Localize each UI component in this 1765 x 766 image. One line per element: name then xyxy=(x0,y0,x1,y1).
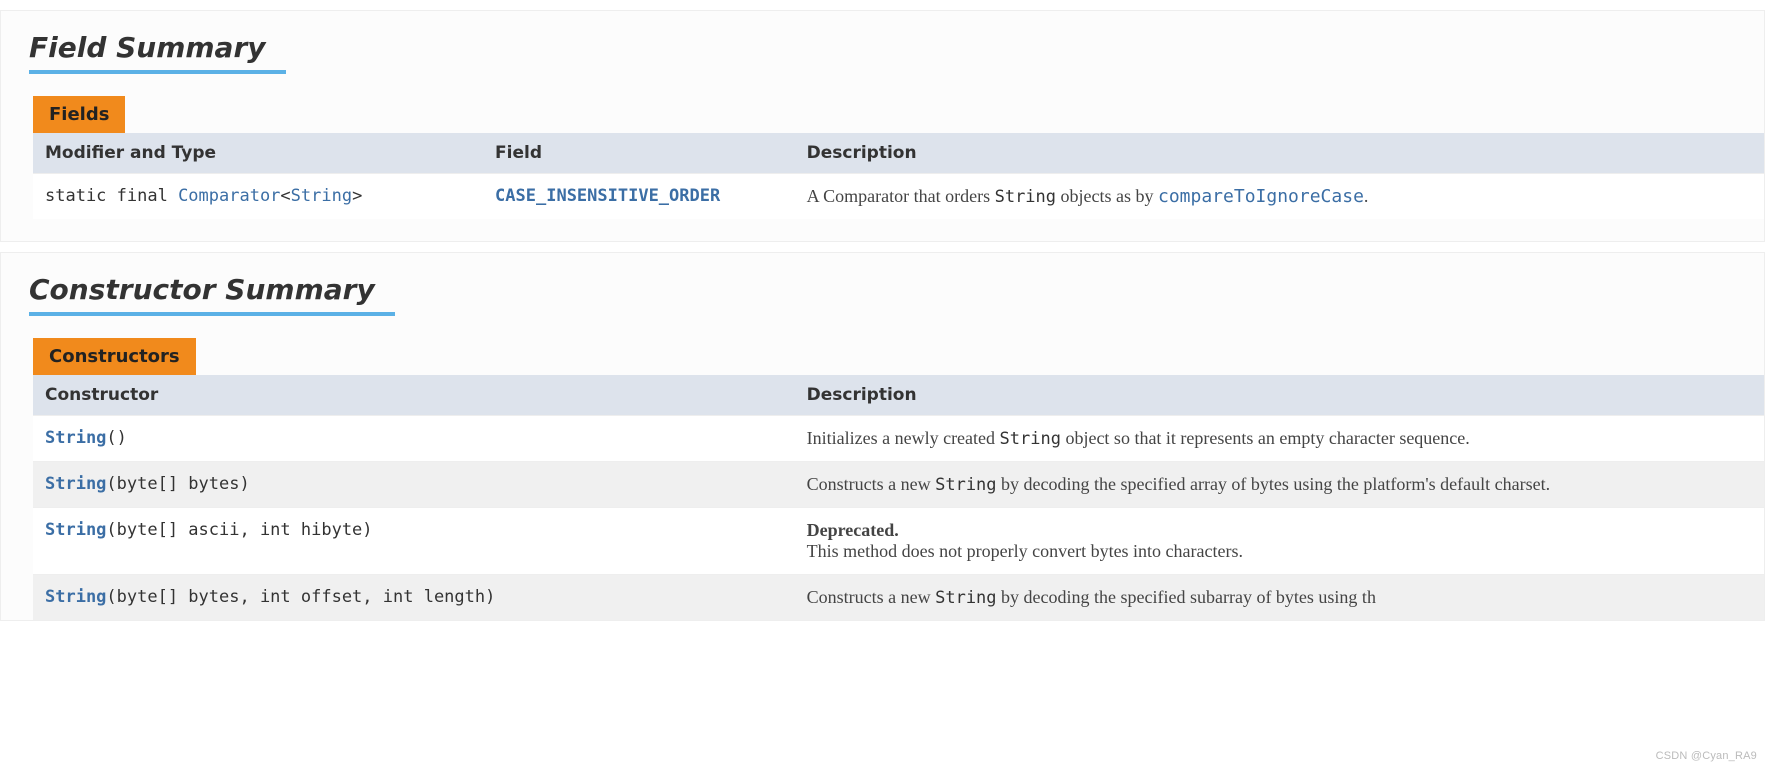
constructor-link-string-ascii-hibyte[interactable]: String xyxy=(45,520,106,540)
fields-caption: Fields xyxy=(33,96,125,133)
constructor-description-cell: Deprecated. This method does not properl… xyxy=(795,508,1764,575)
constructor-link-string-bytes[interactable]: String xyxy=(45,474,106,494)
code-string: String xyxy=(935,588,996,608)
constructor-description-cell: Initializes a newly created String objec… xyxy=(795,416,1764,462)
type-link-comparator[interactable]: Comparator xyxy=(178,186,280,206)
constructors-header-row: Constructor Description xyxy=(33,375,1764,416)
field-summary-heading: Field Summary xyxy=(29,31,286,74)
fields-table: Modifier and Type Field Description stat… xyxy=(33,133,1764,219)
code-string: String xyxy=(935,475,996,495)
constructor-link-string-empty[interactable]: String xyxy=(45,428,106,448)
constructor-row: String(byte[] ascii, int hibyte) Depreca… xyxy=(33,508,1764,575)
constructor-row: String() Initializes a newly created Str… xyxy=(33,416,1764,462)
fields-header-row: Modifier and Type Field Description xyxy=(33,133,1764,174)
constructor-summary-heading: Constructor Summary xyxy=(29,273,395,316)
constructor-description-cell: Constructs a new String by decoding the … xyxy=(795,575,1764,621)
col-description: Description xyxy=(795,133,1764,174)
code-string: String xyxy=(995,187,1056,207)
deprecated-text: This method does not properly convert by… xyxy=(807,541,1243,561)
field-summary-section: Field Summary Fields Modifier and Type F… xyxy=(0,10,1765,242)
type-link-string[interactable]: String xyxy=(291,186,352,206)
deprecated-label: Deprecated. xyxy=(807,520,899,540)
constructor-row: String(byte[] bytes, int offset, int len… xyxy=(33,575,1764,621)
constructors-caption: Constructors xyxy=(33,338,196,375)
constructor-summary-section: Constructor Summary Constructors Constru… xyxy=(0,252,1765,621)
constructor-description-cell: Constructs a new String by decoding the … xyxy=(795,462,1764,508)
fields-row: static final Comparator<String> CASE_INS… xyxy=(33,174,1764,220)
field-modifier-type-cell: static final Comparator<String> xyxy=(33,174,483,220)
field-description-cell: A Comparator that orders String objects … xyxy=(795,174,1764,220)
constructor-signature-cell: String(byte[] bytes, int offset, int len… xyxy=(33,575,795,621)
modifier-prefix: static final xyxy=(45,186,178,206)
constructor-link-string-bytes-offset-length[interactable]: String xyxy=(45,587,106,607)
constructor-signature-cell: String(byte[] bytes) xyxy=(33,462,795,508)
watermark: CSDN @Cyan_RA9 xyxy=(1656,750,1757,762)
constructor-signature-cell: String() xyxy=(33,416,795,462)
col-constructor: Constructor xyxy=(33,375,795,416)
constructor-row: String(byte[] bytes) Constructs a new St… xyxy=(33,462,1764,508)
col-modifier-type: Modifier and Type xyxy=(33,133,483,174)
constructors-table: Constructor Description String() Initial… xyxy=(33,375,1764,620)
col-field: Field xyxy=(483,133,795,174)
constructor-signature-cell: String(byte[] ascii, int hibyte) xyxy=(33,508,795,575)
field-link-case-insensitive-order[interactable]: CASE_INSENSITIVE_ORDER xyxy=(495,186,720,206)
code-string: String xyxy=(1000,429,1061,449)
field-name-cell: CASE_INSENSITIVE_ORDER xyxy=(483,174,795,220)
link-comparetoignorecase[interactable]: compareToIgnoreCase xyxy=(1158,186,1364,207)
col-cons-description: Description xyxy=(795,375,1764,416)
